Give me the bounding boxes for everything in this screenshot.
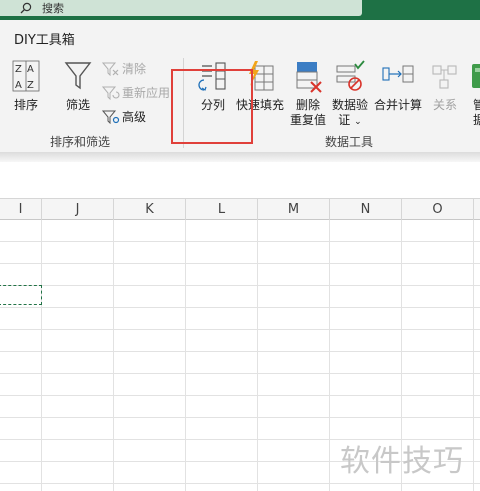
watermark: 软件技巧 xyxy=(340,444,464,479)
search-box[interactable]: 搜索 xyxy=(0,0,362,16)
remove-duplicates-label-1: 删除 xyxy=(295,98,320,112)
sort-icon: Z A A Z xyxy=(12,60,40,92)
chevron-down-icon: ⌄ xyxy=(354,117,362,127)
data-validation-label-1: 数据验 xyxy=(331,98,368,112)
sort-button[interactable]: Z A A Z 排序 xyxy=(8,60,44,113)
data-model-icon xyxy=(472,64,480,88)
reapply-label: 重新应用 xyxy=(122,86,171,100)
reapply-icon xyxy=(102,86,120,100)
search-icon xyxy=(20,2,32,14)
highlight-annotation xyxy=(171,69,253,144)
advanced-label: 高级 xyxy=(122,110,147,124)
relationships-label: 关系 xyxy=(432,98,457,112)
tab-diy-toolbox[interactable]: DIY工具箱 xyxy=(14,29,75,48)
relationships-icon xyxy=(432,65,457,89)
advanced-button[interactable]: 高级 xyxy=(102,108,146,125)
manage-label-2: 据 xyxy=(472,113,480,127)
remove-duplicates-label-2: 重复值 xyxy=(289,113,326,127)
svg-text:Z: Z xyxy=(27,80,34,91)
advanced-filter-icon xyxy=(102,110,120,124)
column-header-n[interactable]: N xyxy=(330,199,402,220)
clear-filter-icon xyxy=(102,62,119,76)
remove-duplicates-button[interactable]: 删除 重复值 xyxy=(288,60,328,128)
relationships-button[interactable]: 关系 xyxy=(428,60,462,113)
remove-duplicates-icon xyxy=(296,62,322,93)
group-label-data-tools: 数据工具 xyxy=(325,135,374,149)
group-label-sort-filter: 排序和筛选 xyxy=(50,135,111,149)
data-validation-button[interactable]: 数据验 证 ⌄ xyxy=(330,60,370,130)
data-validation-label-2: 证 ⌄ xyxy=(338,113,362,127)
column-headers: I J K L M N O xyxy=(0,198,480,220)
title-bar: 搜索 xyxy=(0,0,480,20)
consolidate-label: 合并计算 xyxy=(373,98,422,112)
ribbon: DIY工具箱 Z A A Z 排序 筛选 清除 重新应用 高级 排序和筛选 分列… xyxy=(0,20,480,152)
column-header-o[interactable]: O xyxy=(402,199,474,220)
column-header-i[interactable]: I xyxy=(0,199,42,220)
data-validation-icon xyxy=(336,60,365,91)
clear-button[interactable]: 清除 xyxy=(102,60,146,77)
filter-label: 筛选 xyxy=(65,98,90,112)
column-header-j[interactable]: J xyxy=(42,199,114,220)
manage-label-1: 管 xyxy=(472,98,480,112)
column-header-m[interactable]: M xyxy=(258,199,330,220)
search-label: 搜索 xyxy=(42,2,64,15)
filter-icon xyxy=(64,62,92,90)
sort-label: 排序 xyxy=(13,98,38,112)
manage-data-model-button[interactable]: 管 据 xyxy=(466,60,480,128)
consolidate-button[interactable]: 合并计算 xyxy=(372,60,424,113)
filter-button[interactable]: 筛选 xyxy=(60,60,96,113)
reapply-button[interactable]: 重新应用 xyxy=(102,84,170,101)
svg-text:A: A xyxy=(15,80,22,91)
ribbon-shadow xyxy=(0,152,480,162)
clear-label: 清除 xyxy=(122,62,147,76)
column-header-k[interactable]: K xyxy=(114,199,186,220)
svg-text:Z: Z xyxy=(15,64,22,75)
column-header-l[interactable]: L xyxy=(186,199,258,220)
consolidate-icon xyxy=(382,65,414,83)
svg-text:A: A xyxy=(27,64,34,75)
copied-cell-selection[interactable] xyxy=(0,285,42,305)
formula-bar-area[interactable] xyxy=(0,162,480,196)
